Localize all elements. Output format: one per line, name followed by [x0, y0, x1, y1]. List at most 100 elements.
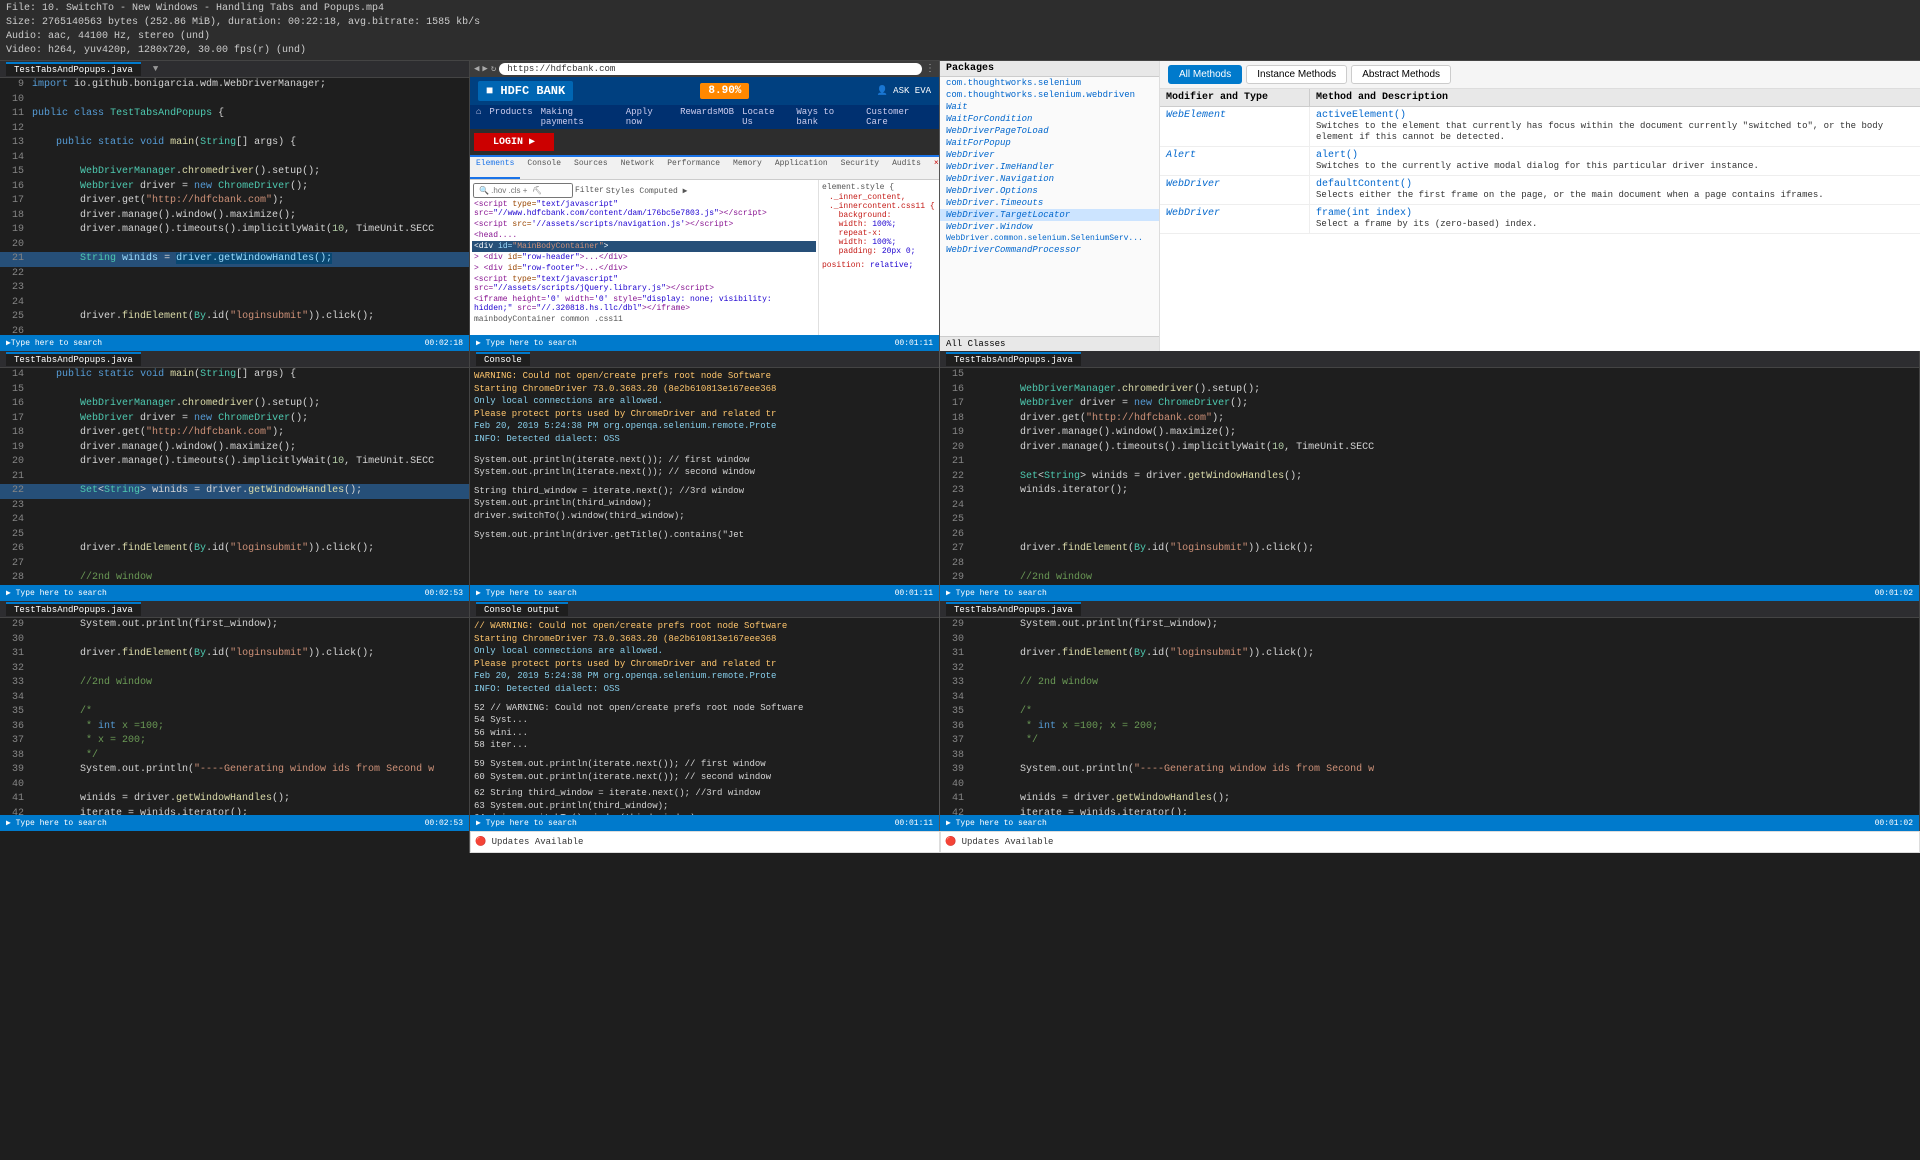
pkg-item-cmdproc[interactable]: WebDriverCommandProcessor: [940, 244, 1159, 256]
dt-tab-sources[interactable]: Sources: [568, 157, 614, 179]
fwd-btn[interactable]: ▶: [482, 64, 487, 74]
rb-line-34: 34: [940, 691, 1919, 706]
nav-apply[interactable]: Apply now: [626, 107, 672, 127]
dt-tab-network[interactable]: Network: [615, 157, 661, 179]
cb-line-54: 54 Syst...: [474, 714, 935, 727]
left-status-timer: 00:02:18: [425, 339, 463, 348]
api-docs-area: All Methods Instance Methods Abstract Me…: [1160, 61, 1920, 351]
pkg-item-webdriver[interactable]: WebDriver: [940, 149, 1159, 161]
pkg-item-ime[interactable]: WebDriver.ImeHandler: [940, 161, 1159, 173]
nav-home[interactable]: ⌂: [476, 107, 481, 127]
css-position: position: relative;: [821, 260, 937, 271]
row4-desc: Select a frame by its (zero-based) index…: [1316, 219, 1537, 229]
pkg-item-window[interactable]: WebDriver.Window: [940, 221, 1159, 233]
dt-tab-security[interactable]: Security: [835, 157, 885, 179]
console-out-1: System.out.println(iterate.next()); // f…: [474, 454, 935, 467]
nav-payments[interactable]: Making payments: [541, 107, 618, 127]
console-status: ▶ Type here to search 00:01:11: [470, 585, 939, 601]
cb-line-58: 58 iter...: [474, 739, 935, 752]
dt-tab-perf[interactable]: Performance: [661, 157, 726, 179]
pkg-item-waitpopup[interactable]: WaitForPopup: [940, 137, 1159, 149]
pkg-item-1[interactable]: com.thoughtworks.selenium: [940, 77, 1159, 89]
abstract-methods-btn[interactable]: Abstract Methods: [1351, 65, 1451, 84]
method-link-4[interactable]: frame(int index): [1316, 208, 1412, 219]
dt-tab-audits[interactable]: Audits: [886, 157, 927, 179]
pkg-item-nav[interactable]: WebDriver.Navigation: [940, 173, 1159, 185]
dt-filter-label: Filter: [575, 186, 604, 195]
code-line-16: 16 WebDriver driver = new ChromeDriver()…: [0, 180, 469, 195]
left-bot-tab[interactable]: TestTabsAndPopups.java: [6, 602, 141, 616]
nav-ways[interactable]: Ways to bank: [796, 107, 858, 127]
console-tab[interactable]: Console: [476, 352, 530, 366]
dt-tab-app[interactable]: Application: [769, 157, 834, 179]
pkg-item-webdriverpage[interactable]: WebDriverPageToLoad: [940, 125, 1159, 137]
pkg-item-target[interactable]: WebDriver.TargetLocator: [940, 209, 1159, 221]
dt-tab-console[interactable]: Console: [521, 157, 567, 179]
url-display: https://hdfcbank.com: [507, 64, 615, 74]
url-bar[interactable]: https://hdfcbank.com: [499, 63, 922, 75]
dt-tab-mem[interactable]: Memory: [727, 157, 768, 179]
nav-products[interactable]: Products: [489, 107, 532, 127]
nav-locate[interactable]: Locate Us: [742, 107, 788, 127]
dt-tab-elements[interactable]: Elements: [470, 157, 520, 179]
pkg-item-wait[interactable]: Wait: [940, 101, 1159, 113]
console-warn-1: WARNING: Could not open/create prefs roo…: [474, 370, 935, 383]
browser-panel-top: ◀ ▶ ↻ https://hdfcbank.com ⋮ ■ HDFC BANK…: [470, 61, 940, 351]
code-line-12: 12: [0, 122, 469, 137]
api-row-3: WebDriver defaultContent() Selects eithe…: [1160, 176, 1920, 205]
all-methods-btn[interactable]: All Methods: [1168, 65, 1242, 84]
instance-methods-btn[interactable]: Instance Methods: [1246, 65, 1347, 84]
css-prop-inner: ._inner_content, ._innercontent.css11 { …: [821, 193, 937, 256]
dom-node-7: <iframe height='0' width='0' style="disp…: [472, 294, 816, 314]
left-ide-bot: TestTabsAndPopups.java 29 System.out.pri…: [0, 601, 470, 831]
row2-desc: Switches to the currently active modal d…: [1316, 161, 1759, 171]
row4-method: frame(int index) Select a frame by its (…: [1310, 205, 1920, 233]
r-line-16: 16 WebDriverManager.chromedriver().setup…: [940, 383, 1919, 398]
left-tab-active[interactable]: TestTabsAndPopups.java: [6, 62, 141, 76]
rb-line-38: 38: [940, 749, 1919, 764]
dt-search-input[interactable]: [473, 183, 573, 198]
cb-info-1: Only local connections are allowed.: [474, 645, 935, 658]
packages-list: com.thoughtworks.selenium com.thoughtwor…: [940, 77, 1159, 336]
console-out-5: driver.switchTo().window(third_window);: [474, 510, 935, 523]
dom-node-selected[interactable]: <div id="MainBodyContainer">: [472, 241, 816, 252]
browser-menu-icon[interactable]: ⋮: [925, 63, 935, 75]
b-line-37: 37 * x = 200;: [0, 734, 469, 749]
javadoc-inner: Packages com.thoughtworks.selenium com.t…: [940, 61, 1920, 351]
back-btn[interactable]: ◀: [474, 64, 479, 74]
nav-care[interactable]: Customer Care: [866, 107, 933, 127]
method-link-3[interactable]: defaultContent(): [1316, 179, 1412, 190]
code-line-14: 14: [0, 151, 469, 166]
row2-method: alert() Switches to the currently active…: [1310, 147, 1920, 175]
pkg-item-selenium-serv[interactable]: WebDriver.common.selenium.SeleniumServ..…: [940, 233, 1159, 244]
console-panel-mid: Console WARNING: Could not open/create p…: [470, 351, 940, 601]
right-mid-tab[interactable]: TestTabsAndPopups.java: [946, 352, 1081, 366]
dt-tab-close[interactable]: ×: [928, 157, 939, 179]
pkg-item-waitcond[interactable]: WaitForCondition: [940, 113, 1159, 125]
method-link-1[interactable]: activeElement(): [1316, 110, 1406, 121]
dom-node-2: <script src='//assets/scripts/navigation…: [472, 219, 816, 230]
right-bot-tab[interactable]: TestTabsAndPopups.java: [946, 602, 1081, 616]
left-mid-tab[interactable]: TestTabsAndPopups.java: [6, 352, 141, 366]
middle-row: TestTabsAndPopups.java 14 public static …: [0, 351, 1920, 601]
code-line-25: 25 driver.findElement(By.id("loginsubmit…: [0, 310, 469, 325]
reload-btn[interactable]: ↻: [491, 64, 496, 74]
right-mid-status: ▶ Type here to search 00:01:02: [940, 585, 1919, 601]
console-bot-timer: 00:01:11: [895, 819, 933, 828]
pkg-item-opts[interactable]: WebDriver.Options: [940, 185, 1159, 197]
console-bot-tab[interactable]: Console output: [476, 602, 568, 616]
b-line-40: 40: [0, 778, 469, 793]
method-link-2[interactable]: alert(): [1316, 150, 1358, 161]
row2-modifier: Alert: [1160, 147, 1310, 175]
mid-line-19: 19 driver.manage().window().maximize();: [0, 441, 469, 456]
console-bot-header: Console output: [470, 601, 939, 618]
nav-rewards[interactable]: RewardsMOB: [680, 107, 734, 127]
pkg-item-timeouts[interactable]: WebDriver.Timeouts: [940, 197, 1159, 209]
left-tab-inactive[interactable]: ▼: [145, 63, 166, 75]
r-line-25: 25: [940, 513, 1919, 528]
login-box[interactable]: LOGIN ▶: [474, 133, 554, 151]
console-content: WARNING: Could not open/create prefs roo…: [470, 368, 939, 585]
pkg-item-2[interactable]: com.thoughtworks.selenium.webdriven: [940, 89, 1159, 101]
left-code-area: 9 import io.github.bonigarcia.wdm.WebDri…: [0, 78, 469, 335]
all-classes-btn[interactable]: All Classes: [940, 336, 1159, 351]
